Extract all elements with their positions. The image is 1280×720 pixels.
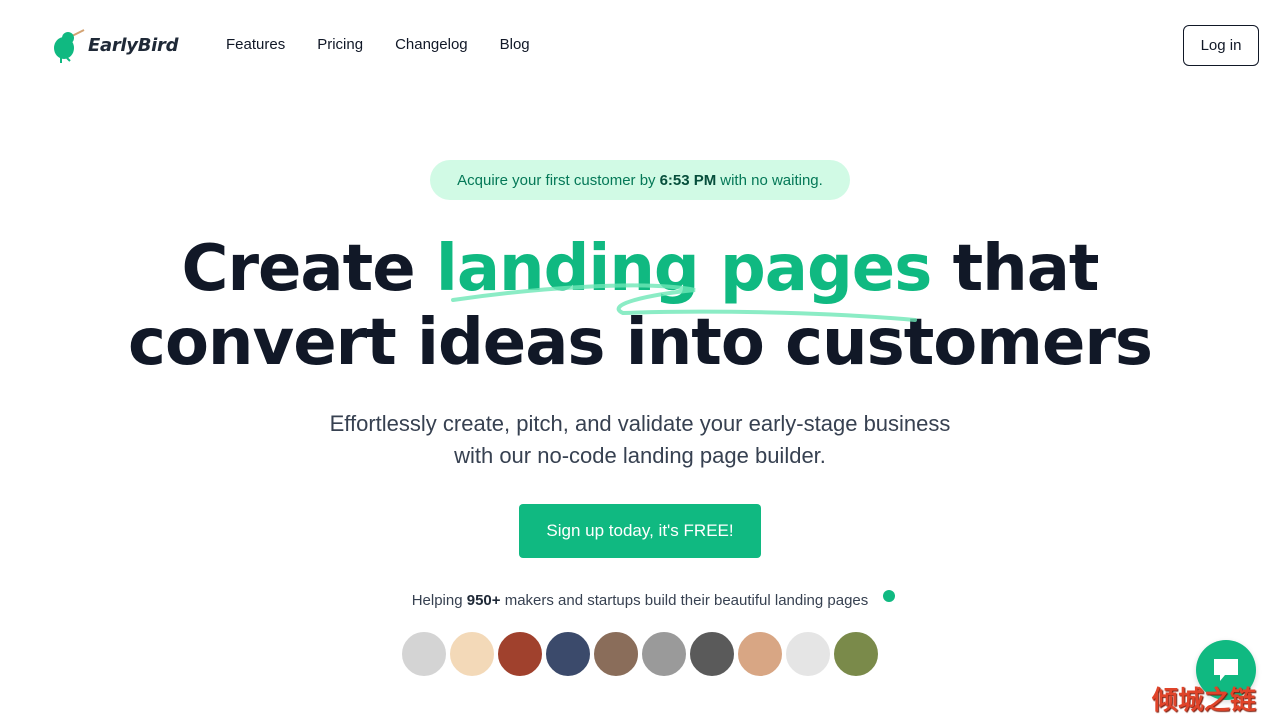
social-prefix: Helping — [411, 592, 463, 609]
nav-link-blog[interactable]: Blog — [500, 36, 530, 53]
top-nav: EarlyBird Features Pricing Changelog Blo… — [0, 0, 1280, 90]
avatar-list — [400, 630, 880, 678]
badge-suffix: with no waiting. — [720, 171, 823, 189]
avatar — [640, 630, 688, 678]
maker-count: 950+ — [466, 592, 501, 609]
avatar — [832, 630, 880, 678]
avatar — [496, 630, 544, 678]
hero-headline: Create landing pages that convert ideas … — [0, 232, 1280, 380]
avatar — [688, 630, 736, 678]
headline-accent: landing pages — [435, 232, 932, 306]
avatar — [784, 630, 832, 678]
badge-prefix: Acquire your first customer by — [457, 171, 656, 189]
kiwi-bird-icon — [54, 29, 85, 63]
avatar — [448, 630, 496, 678]
login-button[interactable]: Log in — [1183, 25, 1259, 66]
logo[interactable]: EarlyBird — [50, 25, 178, 65]
avatar — [592, 630, 640, 678]
avatar — [544, 630, 592, 678]
social-proof-text: Helping 950+ makers and startups build t… — [0, 592, 1280, 609]
logo-text: EarlyBird — [88, 34, 179, 56]
nav-link-pricing[interactable]: Pricing — [317, 36, 363, 53]
live-indicator-dot — [883, 590, 895, 602]
nav-link-changelog[interactable]: Changelog — [395, 36, 468, 53]
subtitle-line1: Effortlessly create, pitch, and validate… — [329, 411, 951, 436]
badge-time: 6:53 PM — [659, 171, 717, 189]
nav-link-features[interactable]: Features — [226, 36, 285, 53]
avatar — [736, 630, 784, 678]
headline-part2: that — [952, 232, 1100, 306]
nav-links: Features Pricing Changelog Blog — [226, 36, 530, 53]
signup-button[interactable]: Sign up today, it's FREE! — [519, 504, 761, 558]
social-suffix: makers and startups build their beautifu… — [504, 592, 869, 609]
headline-part1: Create — [181, 232, 415, 306]
watermark-text: 倾城之链 — [1152, 686, 1257, 716]
hero-subtitle: Effortlessly create, pitch, and validate… — [0, 408, 1280, 472]
announcement-badge: Acquire your first customer by 6:53 PM w… — [430, 160, 850, 200]
headline-line2: convert ideas into customers — [128, 306, 1153, 380]
avatar — [400, 630, 448, 678]
subtitle-line2: with our no-code landing page builder. — [454, 443, 826, 468]
